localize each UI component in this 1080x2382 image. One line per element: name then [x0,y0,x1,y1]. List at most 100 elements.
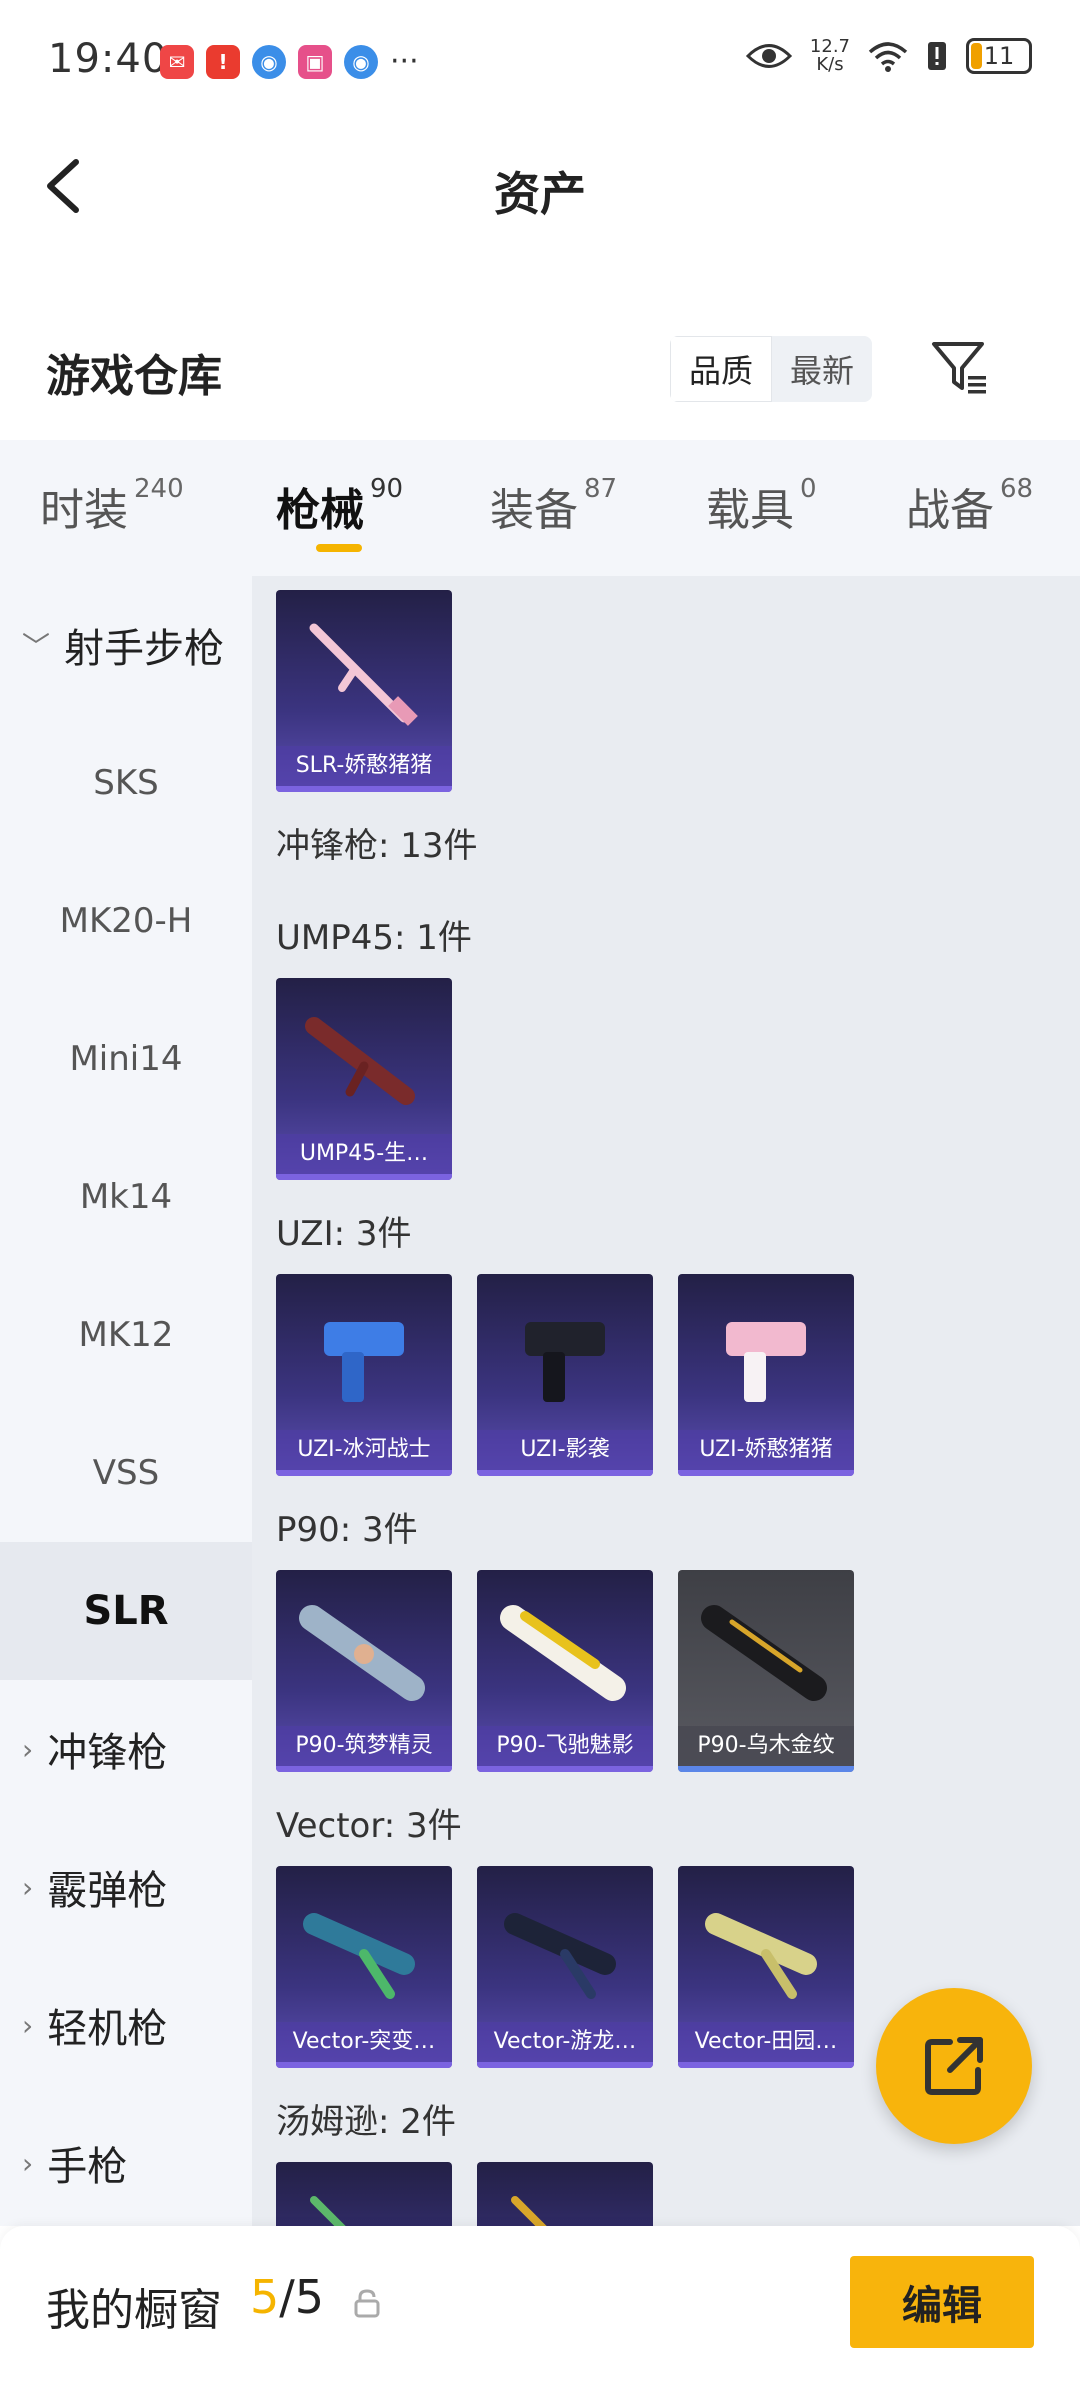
sort-newest-button[interactable]: 最新 [772,336,872,402]
showcase-count-sep: / [279,2270,295,2324]
vector-icon [504,1913,616,1999]
showcase-count-total: 5 [294,2270,325,2324]
showcase-bar: 我的橱窗 5/5 编辑 [0,2226,1080,2382]
section-title: 游戏仓库 [46,351,222,402]
sidebar-item-mk20h[interactable]: MK20-H [0,852,252,990]
tab-label: 枪械 [276,485,364,536]
sidebar-item-label: 霰弹枪 [47,1868,168,1914]
skin-name: UZI-娇憨猪猪 [678,1430,854,1470]
skin-card-slr[interactable]: SLR-娇憨猪猪 [276,590,452,792]
chevron-right-icon: › [22,1870,34,1904]
skin-card-vector-3[interactable]: Vector-田园… [678,1866,854,2068]
rarity-bar [276,1766,452,1772]
sidebar-item-pistol[interactable]: › 手枪 [0,2094,252,2232]
tab-equipment[interactable]: 装备 87 [490,474,617,538]
signal-alert-icon [928,42,946,70]
tab-count: 87 [584,474,618,504]
skin-name: UMP45-生… [276,1134,452,1174]
skin-card-uzi-2[interactable]: UZI-影袭 [477,1274,653,1476]
skin-card-vector-2[interactable]: Vector-游龙… [477,1866,653,2068]
rifle-icon [309,623,418,726]
skin-card-vector-1[interactable]: Vector-突变… [276,1866,452,2068]
sidebar-item-mk14[interactable]: Mk14 [0,1128,252,1266]
rarity-bar [678,2062,854,2068]
chevron-down-icon: ﹀ [22,630,51,663]
mail-app-icon: ✉ [160,44,194,79]
vector-icon [303,1913,415,1999]
rarity-bar [477,1470,653,1476]
skin-card-p90-2[interactable]: P90-飞驰魅影 [477,1570,653,1772]
rarity-bar [276,2062,452,2068]
tab-fashion[interactable]: 时装 240 [40,474,184,538]
uzi-icon [525,1322,605,1402]
battery-icon: 11 [966,38,1032,74]
sidebar-item-sks[interactable]: SKS [0,714,252,852]
wifi-icon [868,42,908,72]
tab-label: 战备 [906,485,994,536]
skin-card-thompson-1[interactable] [276,2162,452,2226]
tab-guns[interactable]: 枪械 90 [276,474,403,538]
skin-card-uzi-3[interactable]: UZI-娇憨猪猪 [678,1274,854,1476]
sidebar-item-vss[interactable]: VSS [0,1404,252,1542]
skin-card-ump45[interactable]: UMP45-生… [276,978,452,1180]
tab-count: 240 [134,474,184,504]
skin-name: P90-飞驰魅影 [477,1726,653,1766]
sidebar-item-lmg[interactable]: › 轻机枪 [0,1956,252,2094]
network-speed: 12.7 K/s [810,38,850,74]
skin-name: SLR-娇憨猪猪 [276,746,452,786]
p90-icon [299,1605,425,1701]
sidebar-item-label: 手枪 [47,2144,128,2190]
tab-label: 载具 [706,485,794,536]
p90-icon [701,1605,827,1701]
chevron-right-icon: › [22,1732,34,1766]
sidebar-item-label: 冲锋枪 [47,1730,168,1776]
skin-card-thompson-2[interactable] [477,2162,653,2226]
tab-label: 时装 [40,485,128,536]
smg-icon [305,1017,415,1105]
filter-icon[interactable] [930,338,990,398]
skin-name: Vector-田园… [678,2022,854,2062]
group-header-thompson: 汤姆逊: 2件 [276,2102,456,2142]
sort-quality-button[interactable]: 品质 [670,336,773,402]
weapon-skin-grid: SLR-娇憨猪猪 冲锋枪: 13件 UMP45: 1件 UMP45-生… UZI… [252,576,1080,2226]
share-fab-button[interactable] [876,1988,1032,2144]
status-time: 19:40 [48,36,169,82]
sidebar-item-smg[interactable]: › 冲锋枪 [0,1680,252,1818]
vector-icon [705,1913,817,1999]
chevron-right-icon: › [22,2146,34,2180]
thompson-icon [310,2196,346,2226]
rarity-bar [477,1766,653,1772]
external-link-icon [925,2037,983,2095]
rarity-bar [477,2062,653,2068]
group-header-vector: Vector: 3件 [276,1806,462,1846]
rarity-bar [276,1470,452,1476]
sort-toggle: 品质 最新 [670,336,873,402]
skin-card-uzi-1[interactable]: UZI-冰河战士 [276,1274,452,1476]
chevron-right-icon: › [22,2008,34,2042]
sidebar-item-shotgun[interactable]: › 霰弹枪 [0,1818,252,1956]
eye-icon [745,44,792,68]
sidebar-item-marksman-rifle[interactable]: ﹀ 射手步枪 [0,576,252,714]
showcase-count-current: 5 [250,2270,280,2324]
skin-card-p90-1[interactable]: P90-筑梦精灵 [276,1570,452,1772]
sidebar-item-mk12[interactable]: MK12 [0,1266,252,1404]
rarity-bar [678,1470,854,1476]
sidebar-item-label: 轻机枪 [47,2006,168,2052]
sidebar-item-mini14[interactable]: Mini14 [0,990,252,1128]
skin-card-p90-3[interactable]: P90-乌木金纹 [678,1570,854,1772]
notification-icons: ✉ ! ◉ ▣ ◉ ··· [160,44,419,79]
page-title: 资产 [494,167,586,221]
skin-name: UZI-影袭 [477,1430,653,1470]
group-header-p90: P90: 3件 [276,1510,418,1550]
showcase-label: 我的橱窗 [46,2285,222,2336]
tab-gear[interactable]: 战备 68 [906,474,1033,538]
rarity-bar [678,1766,854,1772]
browser-app-icon-2: ◉ [344,44,378,79]
skin-name: Vector-突变… [276,2022,452,2062]
rarity-bar [276,786,452,792]
sidebar-item-slr[interactable]: SLR [0,1542,252,1680]
active-tab-indicator [316,544,362,552]
tab-vehicles[interactable]: 载具 0 [706,474,817,538]
edit-button[interactable]: 编辑 [850,2256,1034,2348]
alert-app-icon: ! [206,44,240,79]
